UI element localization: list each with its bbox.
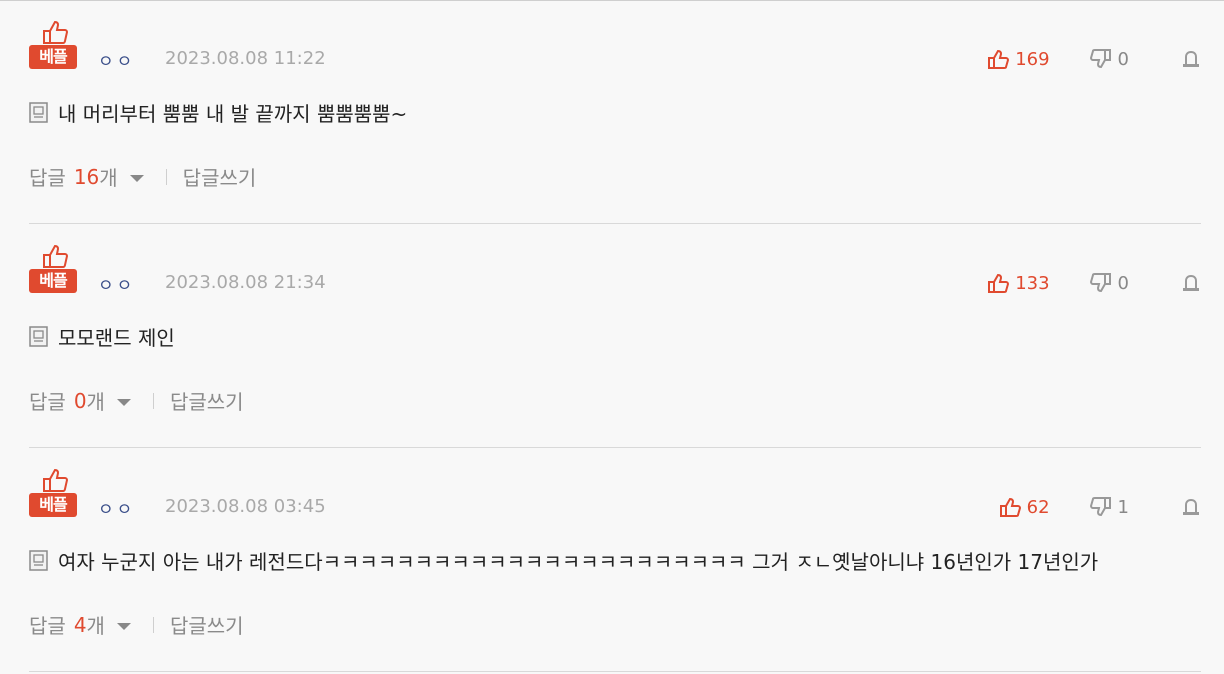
like-count: 62 [1026, 496, 1050, 518]
like-count: 169 [1015, 48, 1050, 70]
username[interactable]: ㅇㅇ [98, 47, 135, 72]
separator [152, 616, 154, 633]
reply-toggle-label[interactable]: 답글 [29, 162, 66, 191]
thumbs-down-icon [1089, 49, 1111, 69]
thumbs-up-icon [43, 244, 68, 268]
caret-down-icon[interactable] [116, 622, 131, 630]
thumbs-up-icon [988, 49, 1010, 69]
document-icon [29, 550, 48, 571]
reply-bar: 답글 4 개 답글쓰기 [29, 610, 244, 639]
best-badge: 베플 [29, 20, 77, 72]
reply-unit[interactable]: 개 [99, 162, 117, 191]
reply-bar: 답글 0 개 답글쓰기 [29, 386, 244, 415]
reply-count[interactable]: 0 [74, 389, 87, 413]
best-badge-label: 베플 [29, 493, 77, 517]
username[interactable]: ㅇㅇ [98, 271, 135, 296]
dislike-count: 0 [1117, 272, 1129, 294]
write-reply-button[interactable]: 답글쓰기 [183, 162, 257, 191]
thumbs-down-icon [1089, 497, 1111, 517]
like-button[interactable]: 169 [987, 48, 1050, 70]
best-badge: 베플 [29, 468, 77, 520]
siren-icon [1183, 274, 1199, 291]
dislike-button[interactable]: 1 [1089, 496, 1129, 518]
dislike-count: 0 [1117, 48, 1129, 70]
thumbs-up-icon [43, 20, 68, 44]
reply-unit[interactable]: 개 [87, 386, 105, 415]
document-icon [29, 102, 48, 123]
separator [152, 392, 154, 409]
comment-item: 베플 ㅇㅇ 2023.08.08 11:22 169 0 내 머리부터 뿜뿜 내… [29, 0, 1201, 224]
thumbs-up-icon [43, 468, 68, 492]
document-icon [29, 326, 48, 347]
dislike-button[interactable]: 0 [1089, 48, 1129, 70]
reply-unit[interactable]: 개 [87, 610, 105, 639]
comment-actions: 169 0 [987, 46, 1201, 72]
comment-body: 내 머리부터 뿜뿜 내 발 끝까지 뿜뿜뿜뿜~ [29, 98, 407, 127]
reply-bar: 답글 16 개 답글쓰기 [29, 162, 256, 191]
comment-text: 내 머리부터 뿜뿜 내 발 끝까지 뿜뿜뿜뿜~ [58, 102, 408, 126]
username[interactable]: ㅇㅇ [98, 495, 135, 520]
comment-date: 2023.08.08 21:34 [165, 272, 326, 293]
comment-item: 베플 ㅇㅇ 2023.08.08 03:45 62 1 여자 누군지 아는 내가… [29, 448, 1201, 672]
like-count: 133 [1015, 272, 1050, 294]
comment-body: 여자 누군지 아는 내가 레전드다ㅋㅋㅋㅋㅋㅋㅋㅋㅋㅋㅋㅋㅋㅋㅋㅋㅋㅋㅋㅋㅋㅋㅋ… [29, 546, 1098, 575]
comment-actions: 133 0 [987, 270, 1201, 296]
write-reply-button[interactable]: 답글쓰기 [170, 610, 244, 639]
siren-icon [1183, 498, 1199, 515]
write-reply-button[interactable]: 답글쓰기 [170, 386, 244, 415]
comment-text: 모모랜드 제인 [58, 326, 175, 350]
comment-date: 2023.08.08 03:45 [165, 496, 326, 517]
report-button[interactable] [1181, 497, 1201, 517]
comment-actions: 62 1 [999, 494, 1201, 520]
comment-body: 모모랜드 제인 [29, 322, 175, 351]
comment-date: 2023.08.08 11:22 [165, 48, 326, 69]
dislike-button[interactable]: 0 [1089, 272, 1129, 294]
comment-text: 여자 누군지 아는 내가 레전드다ㅋㅋㅋㅋㅋㅋㅋㅋㅋㅋㅋㅋㅋㅋㅋㅋㅋㅋㅋㅋㅋㅋㅋ… [58, 550, 1099, 574]
reply-count[interactable]: 16 [74, 165, 99, 189]
comment-item: 베플 ㅇㅇ 2023.08.08 21:34 133 0 모모랜드 제인 답글 … [29, 224, 1201, 448]
best-badge-label: 베플 [29, 269, 77, 293]
reply-count[interactable]: 4 [74, 613, 87, 637]
report-button[interactable] [1181, 49, 1201, 69]
caret-down-icon[interactable] [129, 174, 144, 182]
thumbs-up-icon [999, 497, 1021, 517]
like-button[interactable]: 62 [999, 496, 1050, 518]
report-button[interactable] [1181, 273, 1201, 293]
separator [165, 168, 167, 185]
caret-down-icon[interactable] [116, 398, 131, 406]
siren-icon [1183, 50, 1199, 67]
thumbs-up-icon [988, 273, 1010, 293]
comment-list: 베플 ㅇㅇ 2023.08.08 11:22 169 0 내 머리부터 뿜뿜 내… [29, 0, 1201, 672]
best-badge-label: 베플 [29, 45, 77, 69]
dislike-count: 1 [1117, 496, 1129, 518]
best-badge: 베플 [29, 244, 77, 296]
thumbs-down-icon [1089, 273, 1111, 293]
reply-toggle-label[interactable]: 답글 [29, 386, 66, 415]
like-button[interactable]: 133 [987, 272, 1050, 294]
reply-toggle-label[interactable]: 답글 [29, 610, 66, 639]
